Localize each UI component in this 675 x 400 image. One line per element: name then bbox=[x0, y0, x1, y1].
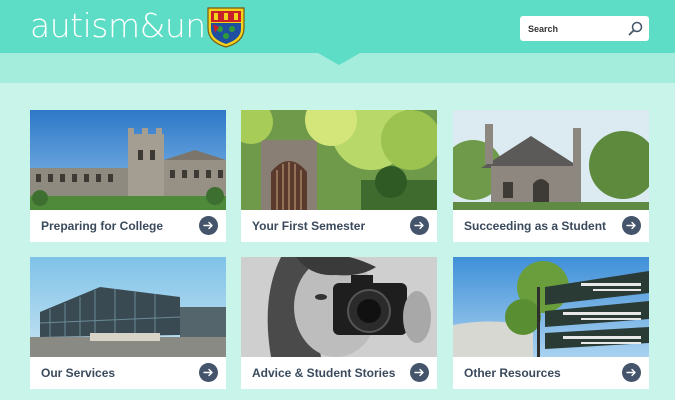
card-our-services[interactable]: Our Services bbox=[30, 257, 226, 389]
search-input[interactable] bbox=[520, 16, 625, 41]
modern-glass-building-image bbox=[30, 257, 226, 357]
university-quad-building-image bbox=[30, 110, 226, 210]
card-label: Other Resources bbox=[464, 366, 561, 380]
arrow-right-icon[interactable] bbox=[410, 363, 429, 382]
site-logo[interactable]: autism&uni bbox=[30, 6, 215, 46]
card-your-first-semester[interactable]: Your First Semester bbox=[241, 110, 437, 242]
card-label: Preparing for College bbox=[41, 219, 164, 233]
search-icon[interactable] bbox=[628, 21, 643, 36]
card-succeeding-as-a-student[interactable]: Succeeding as a Student bbox=[453, 110, 649, 242]
arrow-right-icon[interactable] bbox=[622, 216, 641, 235]
arrow-right-icon[interactable] bbox=[622, 363, 641, 382]
stone-lodge-trees-image bbox=[453, 110, 649, 210]
university-crest-icon bbox=[207, 7, 245, 48]
card-label: Succeeding as a Student bbox=[464, 219, 607, 233]
card-other-resources[interactable]: Other Resources bbox=[453, 257, 649, 389]
student-with-camera-image bbox=[241, 257, 437, 357]
campus-signpost-image bbox=[453, 257, 649, 357]
card-label: Our Services bbox=[41, 366, 116, 380]
arrow-right-icon[interactable] bbox=[199, 216, 218, 235]
site-header: autism&uni bbox=[0, 0, 675, 53]
card-advice-student-stories[interactable]: Advice & Student Stories bbox=[241, 257, 437, 389]
arrow-right-icon[interactable] bbox=[199, 363, 218, 382]
card-preparing-for-college[interactable]: Preparing for College bbox=[30, 110, 226, 242]
card-label: Advice & Student Stories bbox=[252, 366, 396, 380]
header-notch bbox=[318, 53, 360, 65]
arrow-right-icon[interactable] bbox=[410, 216, 429, 235]
search-box bbox=[520, 16, 649, 41]
gothic-archway-garden-image bbox=[241, 110, 437, 210]
card-label: Your First Semester bbox=[252, 219, 366, 233]
